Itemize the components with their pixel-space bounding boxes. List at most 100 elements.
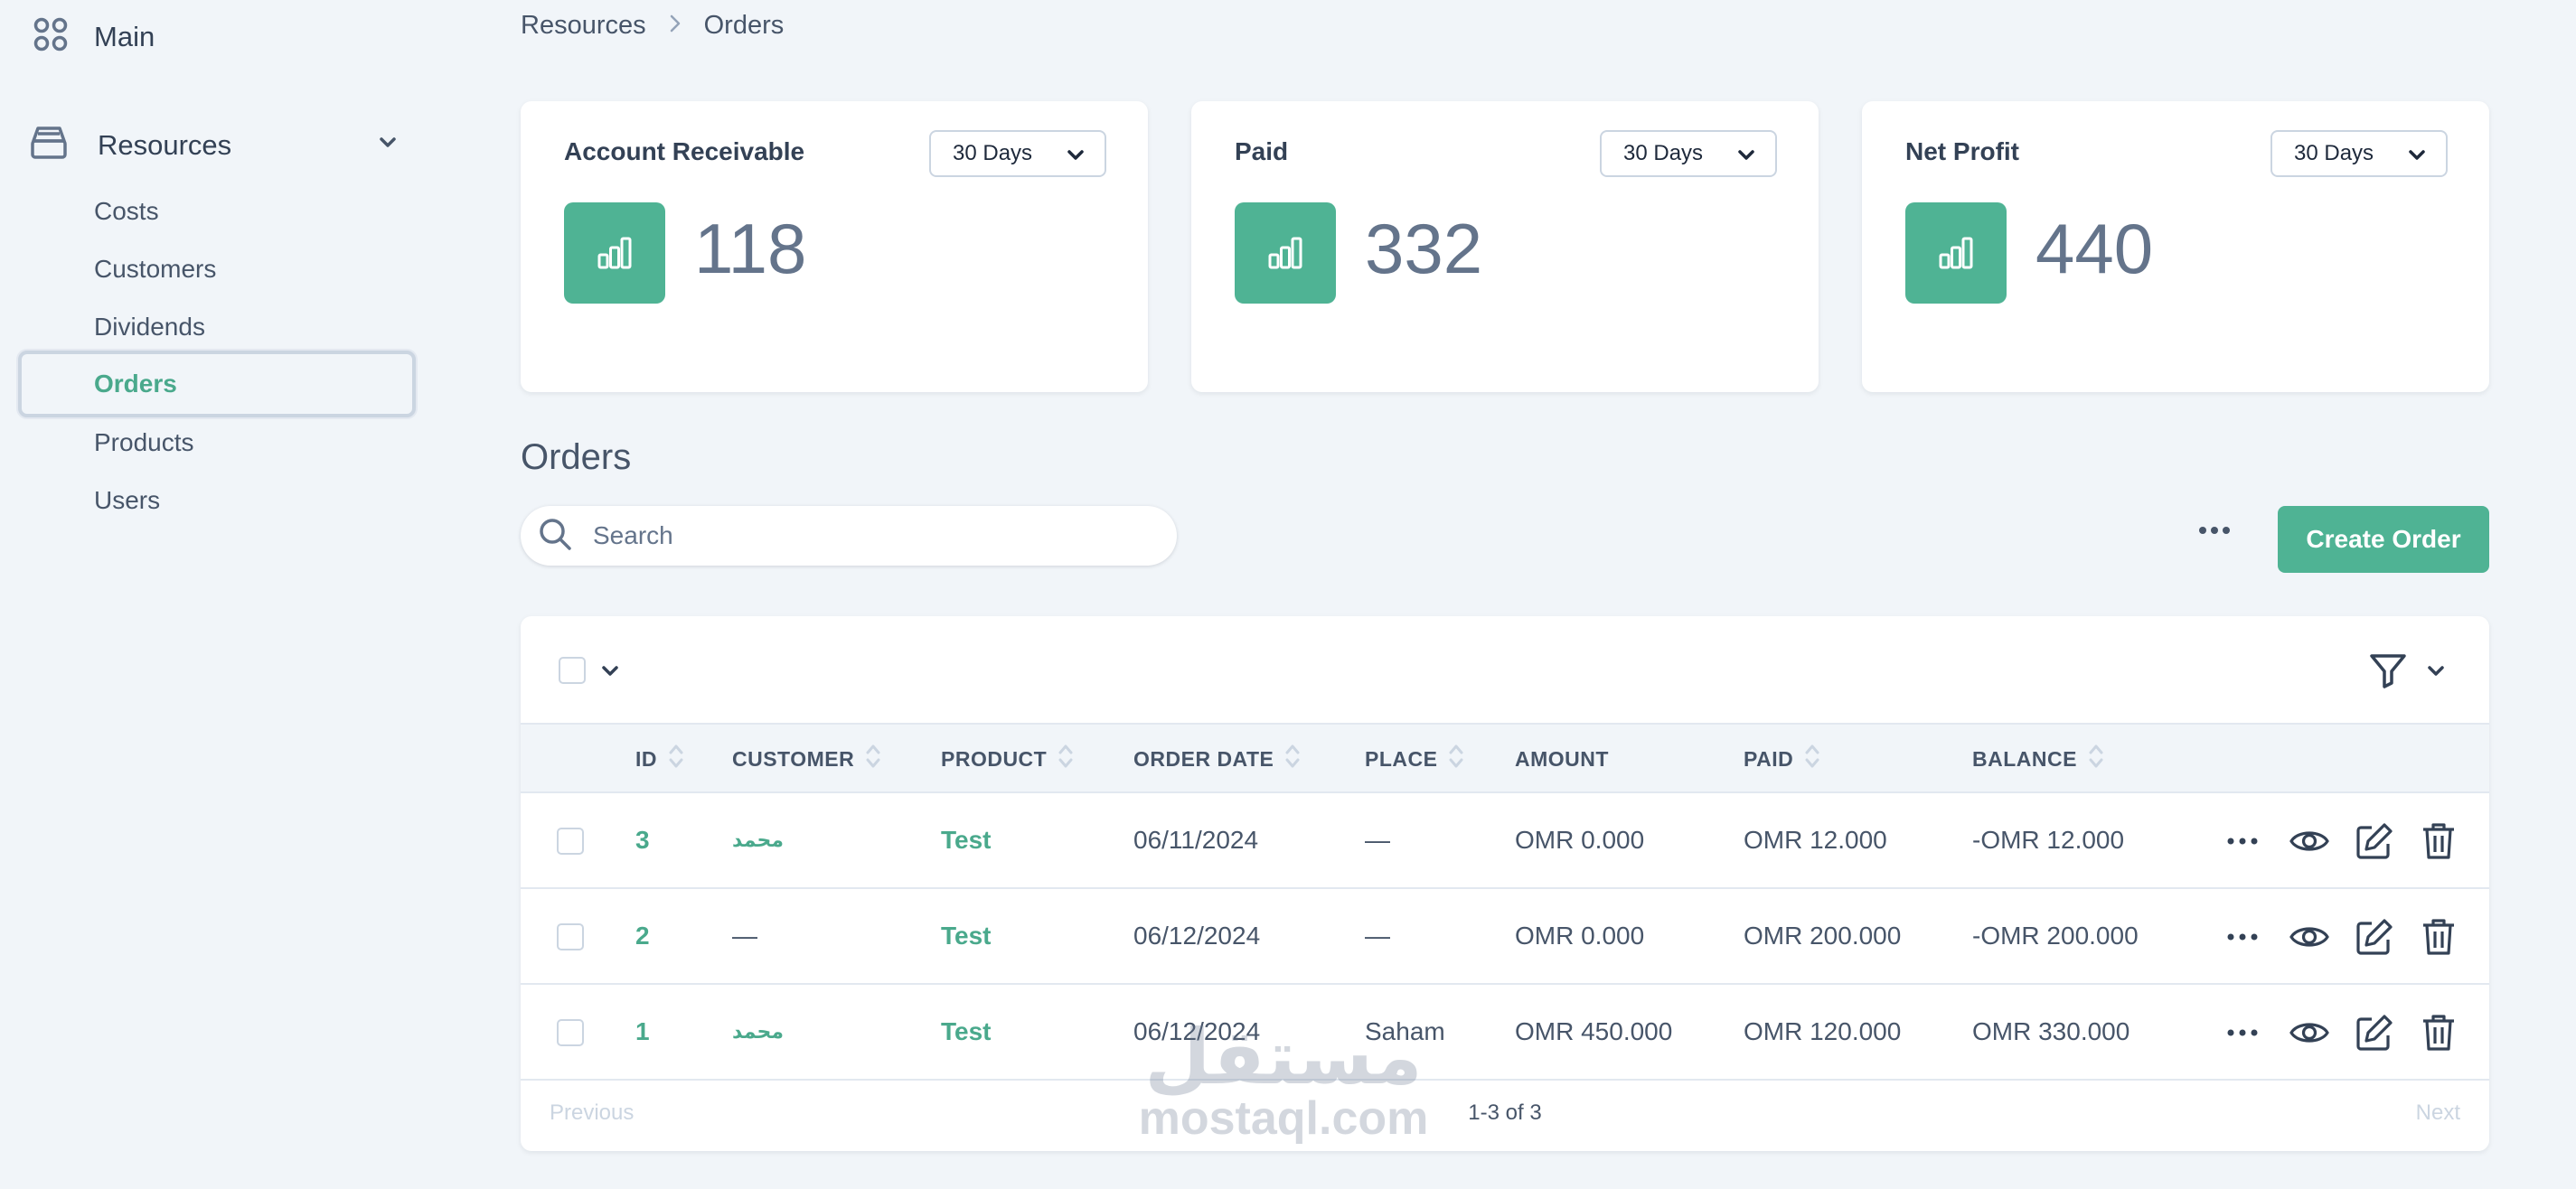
range-select-value: 30 Days: [2294, 141, 2374, 165]
chevron-down-icon[interactable]: [2424, 660, 2448, 688]
sort-icon: [668, 742, 684, 776]
edit-icon[interactable]: [2354, 1012, 2395, 1058]
eye-icon[interactable]: [2289, 1012, 2330, 1058]
watermark-text: mostaql.com: [1138, 1092, 1429, 1145]
cell-customer[interactable]: محمد: [732, 793, 784, 887]
sidebar-item-products[interactable]: Products: [94, 428, 194, 457]
range-select[interactable]: 30 Days: [2270, 130, 2448, 177]
section-title: Orders: [521, 437, 632, 477]
sort-icon: [1804, 742, 1820, 776]
eye-icon[interactable]: [2289, 820, 2330, 866]
sidebar-item-costs[interactable]: Costs: [94, 197, 159, 226]
row-checkbox[interactable]: [557, 1019, 584, 1046]
cell-customer: —: [732, 922, 757, 950]
pagination-summary: 1-3 of 3: [1468, 1100, 1542, 1125]
column-header-label: ID: [635, 746, 657, 771]
sidebar-item-main[interactable]: Main: [33, 16, 155, 57]
column-header-paid[interactable]: PAID: [1744, 725, 1820, 793]
cell-id[interactable]: 3: [635, 793, 650, 887]
metric-card-paid: Paid 30 Days 332: [1191, 101, 1819, 392]
chevron-down-icon: [376, 131, 400, 159]
edit-icon[interactable]: [2354, 820, 2395, 866]
range-select[interactable]: 30 Days: [1600, 130, 1777, 177]
cell-paid: OMR 120.000: [1744, 1017, 1902, 1045]
sort-icon: [1058, 742, 1074, 776]
more-icon[interactable]: [2227, 1026, 2258, 1043]
more-icon[interactable]: [2227, 931, 2258, 947]
cell-balance: -OMR 200.000: [1972, 922, 2139, 950]
cell-product[interactable]: Test: [941, 793, 992, 887]
more-options-button[interactable]: [2198, 524, 2231, 540]
column-header-balance[interactable]: BALANCE: [1972, 725, 2104, 793]
metric-value: 118: [694, 209, 807, 288]
cell-order-date: 06/11/2024: [1133, 826, 1259, 854]
sidebar: Main Resources Costs Customers Dividends…: [0, 0, 434, 1189]
edit-icon[interactable]: [2354, 916, 2395, 962]
column-header-label: AMOUNT: [1515, 746, 1609, 771]
column-header-order-date[interactable]: ORDER DATE: [1133, 725, 1301, 793]
create-order-button[interactable]: Create Order: [2278, 506, 2489, 573]
column-header-id[interactable]: ID: [635, 725, 684, 793]
chevron-down-icon[interactable]: [598, 660, 622, 688]
row-checkbox[interactable]: [557, 923, 584, 950]
chart-bar-icon: [1905, 202, 2007, 304]
column-header-customer[interactable]: CUSTOMER: [732, 725, 881, 793]
cell-place: —: [1365, 826, 1390, 854]
metric-value: 440: [2035, 209, 2154, 288]
sidebar-item-main-label: Main: [94, 20, 155, 52]
range-select-value: 30 Days: [1623, 141, 1704, 165]
cell-place: —: [1365, 922, 1390, 950]
breadcrumb: Resources Orders: [521, 11, 784, 41]
trash-icon[interactable]: [2419, 1012, 2458, 1058]
sidebar-item-dividends[interactable]: Dividends: [94, 313, 205, 342]
trash-icon[interactable]: [2419, 820, 2458, 866]
cell-id[interactable]: 1: [635, 985, 650, 1079]
column-header-label: PRODUCT: [941, 746, 1048, 771]
sidebar-group-resources[interactable]: Resources: [29, 123, 400, 167]
column-header-label: CUSTOMER: [732, 746, 855, 771]
sidebar-item-customers[interactable]: Customers: [94, 255, 216, 284]
chevron-down-icon: [1065, 145, 1086, 173]
metric-card-title: Net Profit: [1905, 137, 2019, 165]
column-header-amount: AMOUNT: [1515, 725, 1609, 793]
filter-icon[interactable]: [2368, 651, 2408, 695]
range-select[interactable]: 30 Days: [929, 130, 1106, 177]
breadcrumb-resources[interactable]: Resources: [521, 11, 646, 41]
cell-balance: OMR 330.000: [1972, 1017, 2130, 1045]
cell-customer[interactable]: محمد: [732, 985, 784, 1079]
watermark: مستقل mostaql.com: [1130, 1019, 1437, 1145]
cell-product[interactable]: Test: [941, 889, 992, 983]
column-header-label: PAID: [1744, 746, 1794, 771]
range-select-value: 30 Days: [953, 141, 1033, 165]
table-toolbar: [521, 616, 2489, 725]
cell-amount: OMR 0.000: [1515, 922, 1645, 950]
select-all-checkbox[interactable]: [559, 657, 586, 684]
cell-id[interactable]: 2: [635, 889, 650, 983]
cell-product[interactable]: Test: [941, 985, 992, 1079]
sidebar-group-resources-label: Resources: [98, 128, 232, 161]
search-input[interactable]: [593, 521, 1135, 550]
next-page-button[interactable]: Next: [2416, 1100, 2460, 1126]
breadcrumb-orders: Orders: [703, 11, 785, 40]
sidebar-item-users[interactable]: Users: [94, 486, 160, 515]
metric-card-net-profit: Net Profit 30 Days 440: [1862, 101, 2489, 392]
metric-value: 332: [1365, 209, 1483, 288]
archive-icon: [29, 123, 69, 167]
metric-card-account-receivable: Account Receivable 30 Days 118: [521, 101, 1148, 392]
column-header-label: ORDER DATE: [1133, 746, 1274, 771]
trash-icon[interactable]: [2419, 916, 2458, 962]
table-row: 2 — Test 06/12/2024 — OMR 0.000 OMR 200.…: [521, 889, 2489, 985]
row-checkbox[interactable]: [557, 828, 584, 855]
column-header-label: PLACE: [1365, 746, 1438, 771]
chevron-right-icon: [668, 11, 682, 41]
sidebar-item-orders[interactable]: Orders: [18, 351, 416, 417]
column-header-product[interactable]: PRODUCT: [941, 725, 1074, 793]
more-icon[interactable]: [2227, 835, 2258, 851]
cell-paid: OMR 200.000: [1744, 922, 1902, 950]
cell-paid: OMR 12.000: [1744, 826, 1887, 854]
chart-bar-icon: [564, 202, 665, 304]
eye-icon[interactable]: [2289, 916, 2330, 962]
column-header-place[interactable]: PLACE: [1365, 725, 1464, 793]
metric-card-title: Account Receivable: [564, 137, 805, 165]
metric-card-title: Paid: [1235, 137, 1289, 165]
